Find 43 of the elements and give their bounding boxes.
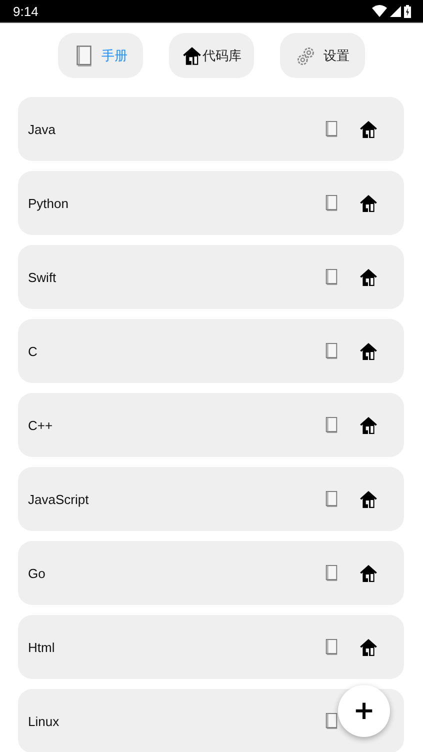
list-card[interactable]: C bbox=[18, 319, 404, 383]
book-icon bbox=[324, 342, 339, 360]
wifi-icon bbox=[372, 5, 387, 17]
book-icon bbox=[324, 564, 339, 582]
house-icon bbox=[359, 194, 378, 212]
language-name: Swift bbox=[28, 270, 58, 284]
list-card[interactable]: Swift bbox=[18, 245, 404, 309]
language-name: C bbox=[28, 344, 38, 358]
house-icon bbox=[359, 564, 378, 582]
battery-icon bbox=[404, 4, 411, 18]
language-name: Linux bbox=[28, 714, 60, 728]
book-icon bbox=[324, 416, 339, 434]
clock-time: 9:14 bbox=[13, 4, 38, 18]
book-icon bbox=[324, 120, 339, 138]
book-icon bbox=[324, 712, 339, 730]
house-icon bbox=[359, 268, 378, 286]
house-icon bbox=[359, 120, 378, 138]
house-icon bbox=[359, 490, 378, 508]
list-card[interactable]: Go bbox=[18, 541, 404, 605]
book-icon bbox=[324, 638, 339, 656]
language-name: Go bbox=[28, 566, 46, 580]
language-name: Java bbox=[28, 122, 56, 136]
language-name: Html bbox=[28, 640, 56, 654]
house-icon bbox=[182, 44, 202, 66]
book-icon bbox=[324, 268, 339, 286]
house-icon bbox=[359, 342, 378, 360]
list-card[interactable]: Java bbox=[18, 97, 404, 161]
list-card[interactable]: Python bbox=[18, 171, 404, 235]
language-name: C++ bbox=[28, 418, 54, 432]
list-card[interactable]: JavaScript bbox=[18, 467, 404, 531]
gears-icon bbox=[296, 44, 316, 66]
tab[interactable]: 代码库 bbox=[169, 33, 254, 78]
book-icon bbox=[324, 194, 339, 212]
house-icon bbox=[359, 416, 378, 434]
language-name: Python bbox=[28, 196, 70, 210]
book-icon bbox=[324, 490, 339, 508]
language-name: JavaScript bbox=[28, 492, 90, 506]
house-icon bbox=[359, 638, 378, 656]
list-card[interactable]: Html bbox=[18, 615, 404, 679]
signal-icon bbox=[390, 6, 401, 16]
tab[interactable]: 设置 bbox=[280, 33, 365, 78]
book-icon bbox=[74, 44, 94, 66]
list-card[interactable]: C++ bbox=[18, 393, 404, 457]
